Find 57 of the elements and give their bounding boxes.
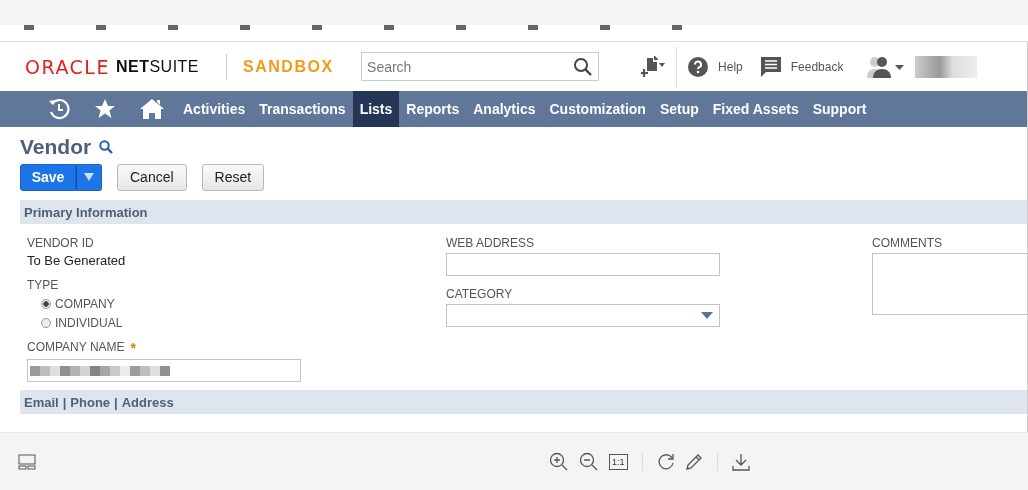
thumbnail-view-icon[interactable] <box>18 453 36 470</box>
logo-product: NETSUITE <box>115 57 200 76</box>
required-mark: * <box>130 340 137 356</box>
search-icon[interactable] <box>573 57 594 77</box>
environment-label: SANDBOX <box>243 57 335 76</box>
nav-tab[interactable]: Lists <box>352 91 400 127</box>
field-label: WEB ADDRESS <box>446 236 535 250</box>
help-icon[interactable] <box>688 56 709 77</box>
field-value: To Be Generated <box>27 253 126 268</box>
field-label: TYPE <box>27 278 59 292</box>
nav-tab[interactable]: Customization <box>542 91 653 127</box>
field-label: VENDOR ID <box>27 236 94 250</box>
nav-tab[interactable]: Analytics <box>466 91 543 127</box>
page-title: Vendor <box>20 135 92 159</box>
web-address-field[interactable] <box>446 253 720 276</box>
feedback-link[interactable]: Feedback <box>790 59 844 74</box>
field-label: COMMENTS <box>872 236 942 250</box>
nav-tab[interactable]: Support <box>805 91 874 127</box>
caret-icon <box>701 312 713 319</box>
subtab[interactable]: Address <box>121 394 174 410</box>
radio-button[interactable] <box>41 318 51 328</box>
radio-label[interactable]: COMPANY <box>55 297 115 311</box>
logo-brand: ORACLE <box>25 55 110 78</box>
radio-button[interactable] <box>41 299 51 309</box>
company-name-field[interactable] <box>27 359 301 382</box>
zoom-out-icon[interactable] <box>579 451 599 472</box>
field-label: CATEGORY <box>446 287 513 301</box>
pencil-icon[interactable] <box>684 452 703 471</box>
save-button[interactable]: Save <box>20 163 76 191</box>
section-title: Primary Information <box>24 204 148 220</box>
rotate-icon[interactable] <box>656 452 675 471</box>
tab-separator: | <box>114 394 118 410</box>
save-options-button[interactable] <box>76 163 102 191</box>
nav-tab[interactable]: Activities <box>176 91 253 127</box>
radio-label[interactable]: INDIVIDUAL <box>55 316 123 330</box>
form-button[interactable]: Cancel <box>117 163 187 191</box>
subtab[interactable]: Phone <box>70 394 111 410</box>
subtab[interactable]: Email <box>24 394 59 410</box>
nav-tab[interactable]: Fixed Assets <box>705 91 806 127</box>
redacted-user-name <box>915 55 978 78</box>
download-icon[interactable] <box>731 452 750 471</box>
user-menu-icon[interactable] <box>867 55 906 78</box>
new-record-icon[interactable] <box>641 55 666 78</box>
actual-size-button[interactable]: 1:1 <box>609 453 628 470</box>
feedback-icon[interactable] <box>760 56 781 77</box>
comments-field[interactable] <box>872 253 1028 315</box>
nav-tab[interactable]: Transactions <box>252 91 353 127</box>
form-button[interactable]: Reset <box>201 163 265 191</box>
zoom-in-icon[interactable] <box>549 451 569 472</box>
search-icon[interactable] <box>99 140 114 154</box>
caret-icon <box>84 173 94 181</box>
help-link[interactable]: Help <box>718 59 743 74</box>
nav-tab[interactable]: Setup <box>652 91 706 127</box>
tab-separator: | <box>62 394 67 410</box>
field-label: COMPANY NAME <box>27 340 125 354</box>
search-field[interactable]: Search <box>361 52 600 81</box>
nav-tab[interactable]: Reports <box>399 91 467 127</box>
